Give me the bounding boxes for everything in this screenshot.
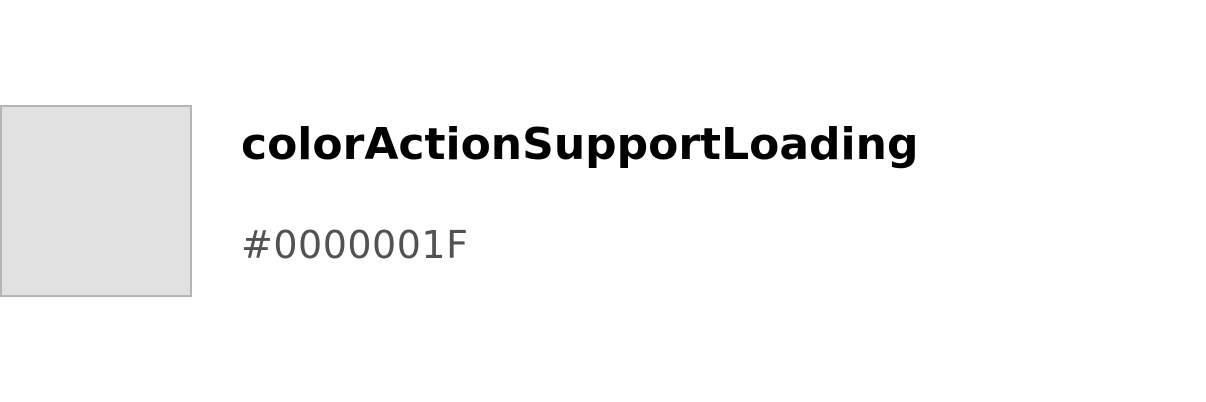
token-hex-value: #0000001F <box>241 223 469 267</box>
color-token-row: colorActionSupportLoading #0000001F <box>0 105 1206 297</box>
color-swatch <box>0 105 192 297</box>
token-name: colorActionSupportLoading <box>241 119 919 170</box>
